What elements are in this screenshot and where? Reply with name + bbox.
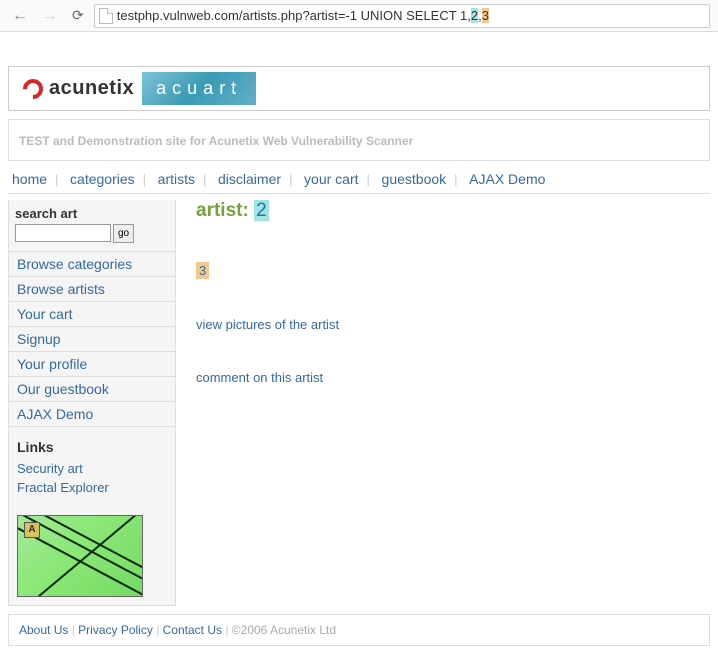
sidebar-links-section: Links Security art Fractal Explorer: [9, 427, 175, 507]
brand-text: acunetix: [49, 77, 134, 100]
sidebar: search art go Browse categories Browse a…: [8, 200, 176, 606]
nav-cart[interactable]: your cart: [296, 171, 366, 187]
artist-value: 2: [254, 200, 269, 221]
nav-artists[interactable]: artists: [150, 171, 203, 187]
nav-home[interactable]: home: [10, 171, 55, 187]
nav-categories[interactable]: categories: [62, 171, 143, 187]
search-go-button[interactable]: go: [113, 224, 134, 243]
reload-button[interactable]: ⟳: [68, 7, 88, 24]
search-section: search art go: [9, 200, 175, 252]
logo-acunetix: acunetix: [15, 74, 142, 103]
sidebar-your-cart[interactable]: Your cart: [9, 302, 175, 327]
sidebar-browse-categories[interactable]: Browse categories: [9, 252, 175, 277]
logo-acuart: acuart: [142, 72, 256, 105]
url-text: testphp.vulnweb.com/artists.php?artist=-…: [117, 8, 489, 23]
sidebar-browse-artists[interactable]: Browse artists: [9, 277, 175, 302]
address-bar[interactable]: testphp.vulnweb.com/artists.php?artist=-…: [94, 4, 710, 28]
footer-contact[interactable]: Contact Us: [163, 623, 222, 637]
search-title: search art: [15, 206, 169, 221]
footer: About Us | Privacy Policy | Contact Us |…: [8, 614, 710, 646]
comment-link[interactable]: comment on this artist: [196, 370, 710, 385]
page-icon: [99, 8, 113, 24]
sidebar-links: Browse categories Browse artists Your ca…: [9, 252, 175, 427]
view-pictures-link[interactable]: view pictures of the artist: [196, 317, 710, 332]
footer-about[interactable]: About Us: [19, 623, 68, 637]
thumb-badge: A: [24, 522, 40, 538]
nav-guestbook[interactable]: guestbook: [374, 171, 455, 187]
nav-disclaimer[interactable]: disclaimer: [210, 171, 289, 187]
forward-button[interactable]: →: [38, 7, 62, 25]
artist-heading: artist: 2: [196, 200, 710, 222]
logo-ring-icon: [19, 74, 47, 102]
main-nav: home| categories| artists| disclaimer| y…: [8, 167, 710, 194]
sidebar-ajax[interactable]: AJAX Demo: [9, 402, 175, 427]
thumbnail-wrap: A: [9, 507, 175, 605]
main-content: artist: 2 3 view pictures of the artist …: [176, 200, 710, 606]
nav-ajax[interactable]: AJAX Demo: [461, 171, 553, 187]
link-fractal-explorer[interactable]: Fractal Explorer: [17, 478, 167, 497]
footer-copyright: ©2006 Acunetix Ltd: [232, 623, 336, 637]
sidebar-guestbook[interactable]: Our guestbook: [9, 377, 175, 402]
logo-bar: acunetix acuart: [8, 66, 710, 111]
footer-privacy[interactable]: Privacy Policy: [78, 623, 153, 637]
sidebar-signup[interactable]: Signup: [9, 327, 175, 352]
links-title: Links: [17, 433, 167, 455]
fractal-thumbnail[interactable]: A: [17, 515, 143, 597]
site-description: TEST and Demonstration site for Acunetix…: [8, 119, 710, 161]
back-button[interactable]: ←: [8, 7, 32, 25]
browser-toolbar: ← → ⟳ testphp.vulnweb.com/artists.php?ar…: [0, 0, 718, 32]
search-input[interactable]: [15, 224, 111, 242]
injected-value: 3: [196, 262, 209, 279]
link-security-art[interactable]: Security art: [17, 459, 167, 478]
sidebar-your-profile[interactable]: Your profile: [9, 352, 175, 377]
